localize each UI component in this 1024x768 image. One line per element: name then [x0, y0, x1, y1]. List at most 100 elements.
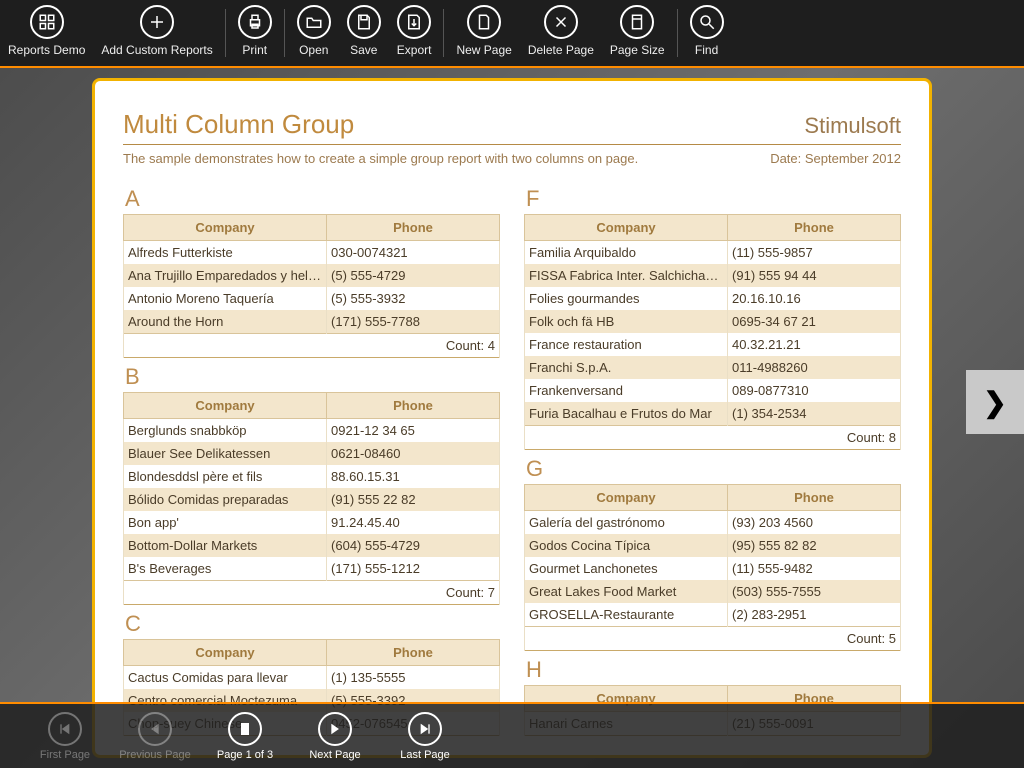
cell-phone: (11) 555-9482 [728, 557, 901, 580]
toolbar-label: Print [242, 43, 267, 57]
cell-company: Berglunds snabbköp [124, 419, 327, 443]
toolbar-label: Delete Page [528, 43, 594, 57]
table-row: Blauer See Delikatessen0621-08460 [124, 442, 500, 465]
cell-company: Galería del gastrónomo [525, 511, 728, 535]
toolbar-separator [677, 9, 678, 57]
group-letter: C [125, 611, 500, 637]
previous-page-button[interactable]: Previous Page [110, 712, 200, 761]
group-count: Count: 4 [124, 334, 500, 358]
reports-demo-button[interactable]: Reports Demo [0, 0, 93, 67]
cell-company: Antonio Moreno Taquería [124, 287, 327, 310]
table-row: Furia Bacalhau e Frutos do Mar(1) 354-25… [525, 402, 901, 426]
toolbar-label: New Page [456, 43, 511, 57]
nav-label: Next Page [309, 749, 360, 761]
col-header-phone: Phone [728, 485, 901, 511]
col-header-phone: Phone [327, 640, 500, 666]
table-row: Folk och fä HB0695-34 67 21 [525, 310, 901, 333]
cell-company: Bottom-Dollar Markets [124, 534, 327, 557]
new-page-icon [467, 5, 501, 39]
next-icon [318, 712, 352, 746]
group-count: Count: 8 [525, 426, 901, 450]
cell-company: Alfreds Futterkiste [124, 241, 327, 265]
cell-phone: (171) 555-7788 [327, 310, 500, 334]
cell-company: France restauration [525, 333, 728, 356]
table-row: Franchi S.p.A.011-4988260 [525, 356, 901, 379]
first-page-icon [48, 712, 82, 746]
first-page-button[interactable]: First Page [20, 712, 110, 761]
toolbar-label: Add Custom Reports [101, 43, 212, 57]
table-row: Great Lakes Food Market(503) 555-7555 [525, 580, 901, 603]
cell-phone: 089-0877310 [728, 379, 901, 402]
open-button[interactable]: Open [289, 0, 339, 67]
toolbar-label: Page Size [610, 43, 665, 57]
group-letter: A [125, 186, 500, 212]
new-page-button[interactable]: New Page [448, 0, 519, 67]
prev-icon [138, 712, 172, 746]
brand-name: Stimulsoft [804, 113, 901, 139]
group-count: Count: 7 [124, 581, 500, 605]
toolbar-separator [225, 9, 226, 57]
col-header-phone: Phone [327, 215, 500, 241]
cell-phone: (11) 555-9857 [728, 241, 901, 265]
page-status-label: Page 1 of 3 [217, 749, 273, 761]
cell-phone: 91.24.45.40 [327, 511, 500, 534]
table-row: Cactus Comidas para llevar(1) 135-5555 [124, 666, 500, 690]
cell-company: Bon app' [124, 511, 327, 534]
cell-phone: (1) 135-5555 [327, 666, 500, 690]
toolbar-separator [443, 9, 444, 57]
search-icon [690, 5, 724, 39]
table-row: Bólido Comidas preparadas(91) 555 22 82 [124, 488, 500, 511]
find-button[interactable]: Find [682, 0, 732, 67]
delete-page-button[interactable]: Delete Page [520, 0, 602, 67]
nav-label: Last Page [400, 749, 450, 761]
report-title: Multi Column Group [123, 109, 354, 144]
cell-company: Franchi S.p.A. [525, 356, 728, 379]
bottom-nav: First Page Previous Page Page 1 of 3 Nex… [0, 702, 1024, 768]
next-page-button[interactable]: Next Page [290, 712, 380, 761]
cell-company: Familia Arquibaldo [525, 241, 728, 265]
col-header-phone: Phone [327, 393, 500, 419]
plus-icon [140, 5, 174, 39]
cell-phone: (1) 354-2534 [728, 402, 901, 426]
table-row: Galería del gastrónomo(93) 203 4560 [525, 511, 901, 535]
cell-company: B's Beverages [124, 557, 327, 581]
page-size-button[interactable]: Page Size [602, 0, 673, 67]
table-row: Antonio Moreno Taquería(5) 555-3932 [124, 287, 500, 310]
add-custom-reports-button[interactable]: Add Custom Reports [93, 0, 220, 67]
table-row: B's Beverages(171) 555-1212 [124, 557, 500, 581]
cell-company: Folies gourmandes [525, 287, 728, 310]
side-next-button[interactable]: ❯ [966, 370, 1024, 434]
last-page-icon [408, 712, 442, 746]
table-row: Around the Horn(171) 555-7788 [124, 310, 500, 334]
cell-phone: (2) 283-2951 [728, 603, 901, 627]
cell-phone: (5) 555-4729 [327, 264, 500, 287]
table-row: Familia Arquibaldo(11) 555-9857 [525, 241, 901, 265]
export-button[interactable]: Export [389, 0, 440, 67]
cell-company: Godos Cocina Típica [525, 534, 728, 557]
col-header-phone: Phone [728, 215, 901, 241]
cell-phone: 20.16.10.16 [728, 287, 901, 310]
cell-phone: 0621-08460 [327, 442, 500, 465]
cell-company: Blondesddsl père et fils [124, 465, 327, 488]
cell-phone: 011-4988260 [728, 356, 901, 379]
save-button[interactable]: Save [339, 0, 389, 67]
group-count: Count: 5 [525, 627, 901, 651]
table-row: Berglunds snabbköp0921-12 34 65 [124, 419, 500, 443]
page-icon [228, 712, 262, 746]
table-row: Folies gourmandes20.16.10.16 [525, 287, 901, 310]
last-page-button[interactable]: Last Page [380, 712, 470, 761]
col-header-company: Company [525, 485, 728, 511]
grid-icon [30, 5, 64, 39]
cell-phone: 0921-12 34 65 [327, 419, 500, 443]
table-row: Alfreds Futterkiste030-0074321 [124, 241, 500, 265]
cell-company: Gourmet Lanchonetes [525, 557, 728, 580]
folder-open-icon [297, 5, 331, 39]
cell-phone: 88.60.15.31 [327, 465, 500, 488]
toolbar-label: Export [397, 43, 432, 57]
toolbar-label: Find [695, 43, 718, 57]
delete-icon [544, 5, 578, 39]
table-row: Blondesddsl père et fils88.60.15.31 [124, 465, 500, 488]
print-button[interactable]: Print [230, 0, 280, 67]
group-letter: F [526, 186, 901, 212]
table-row: Gourmet Lanchonetes(11) 555-9482 [525, 557, 901, 580]
